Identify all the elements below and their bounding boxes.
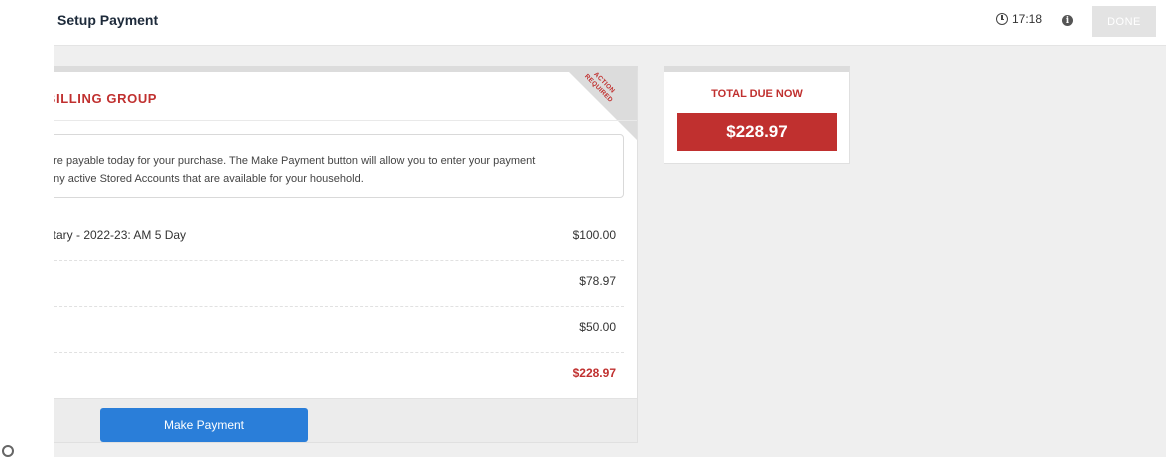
line-item-amount: $100.00 [572, 228, 616, 242]
total-due-amount: $228.97 [677, 113, 837, 151]
billing-group-title: BILLING GROUP [54, 91, 158, 106]
make-payment-button[interactable]: Make Payment [100, 408, 308, 442]
line-item-description: itary - 2022-23: AM 5 Day [54, 228, 187, 242]
billing-group-card: ACTION REQUIRED BILLING GROUP are payabl… [54, 66, 638, 443]
clock-icon [996, 13, 1008, 25]
line-item-row: $78.97 [54, 261, 624, 307]
line-item-amount: $50.00 [579, 320, 616, 334]
timer-value: 17:18 [1012, 12, 1043, 26]
line-item-row: itary - 2022-23: AM 5 Day $100.00 [54, 215, 624, 261]
note-line-1: are payable today for your purchase. The… [54, 155, 536, 167]
page-title: Setup Payment [57, 12, 159, 28]
total-due-card: TOTAL DUE NOW $228.97 [664, 66, 850, 164]
total-row: $228.97 [54, 353, 624, 399]
search-icon[interactable] [2, 445, 14, 457]
main-content: ACTION REQUIRED BILLING GROUP are payabl… [54, 46, 1166, 457]
divider [54, 120, 637, 121]
session-timer: 17:18 [996, 12, 1042, 26]
info-icon[interactable]: i [1062, 15, 1073, 26]
note-line-2: any active Stored Accounts that are avai… [54, 173, 364, 185]
line-item-amount: $78.97 [579, 274, 616, 288]
left-gutter [0, 0, 54, 457]
line-item-row: $50.00 [54, 307, 624, 353]
payment-note: are payable today for your purchase. The… [54, 134, 624, 198]
card-footer: Make Payment [54, 398, 637, 442]
done-button[interactable]: DONE [1092, 6, 1156, 37]
billing-total-amount: $228.97 [572, 366, 616, 380]
page-header: Setup Payment 17:18 i DONE [54, 0, 1166, 46]
total-due-label: TOTAL DUE NOW [711, 88, 803, 100]
